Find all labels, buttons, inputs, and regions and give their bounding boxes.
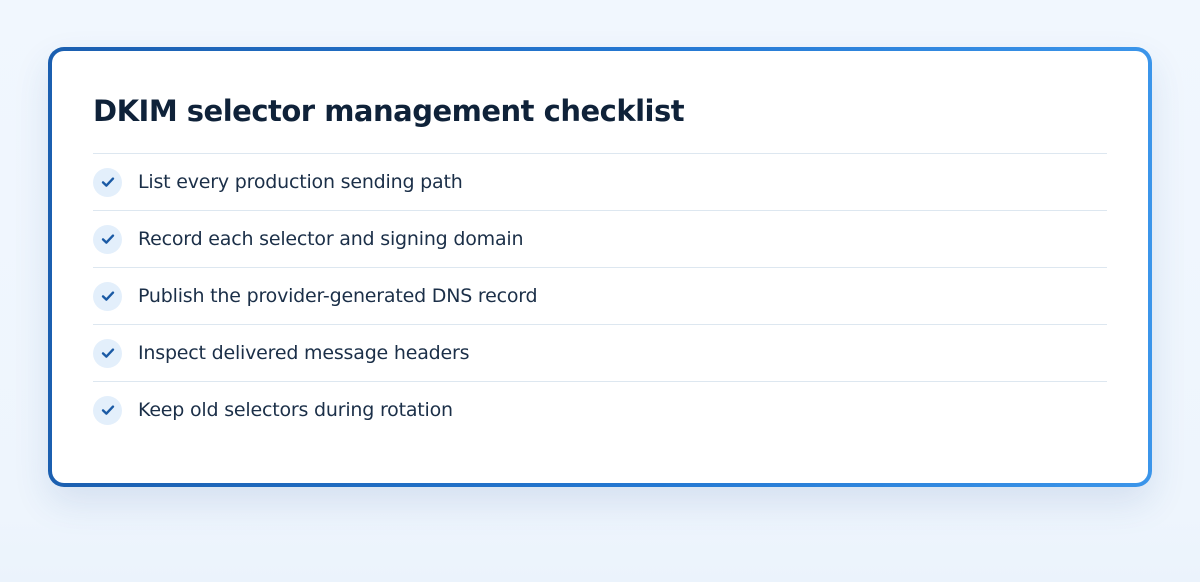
checklist-title: DKIM selector management checklist <box>93 94 685 128</box>
checklist-item-sending-paths: List every production sending path <box>93 154 1107 211</box>
check-icon <box>93 338 122 368</box>
check-icon <box>93 281 122 311</box>
checklist-item-publish-dns: Publish the provider-generated DNS recor… <box>93 268 1107 325</box>
checklist-item-keep-old-selectors: Keep old selectors during rotation <box>93 382 1107 438</box>
check-icon <box>93 395 122 425</box>
checklist-item-label: List every production sending path <box>138 171 463 193</box>
checklist-card-body: DKIM selector management checklist List … <box>52 51 1148 483</box>
check-icon <box>93 167 122 197</box>
checklist-item-label: Record each selector and signing domain <box>138 228 524 250</box>
checklist-item-inspect-headers: Inspect delivered message headers <box>93 325 1107 382</box>
checklist-list: List every production sending path Recor… <box>93 153 1107 438</box>
check-icon <box>93 224 122 254</box>
checklist-item-record-selector: Record each selector and signing domain <box>93 211 1107 268</box>
checklist-item-label: Publish the provider-generated DNS recor… <box>138 285 538 307</box>
checklist-card: DKIM selector management checklist List … <box>48 47 1152 487</box>
checklist-item-label: Keep old selectors during rotation <box>138 399 453 421</box>
checklist-item-label: Inspect delivered message headers <box>138 342 470 364</box>
